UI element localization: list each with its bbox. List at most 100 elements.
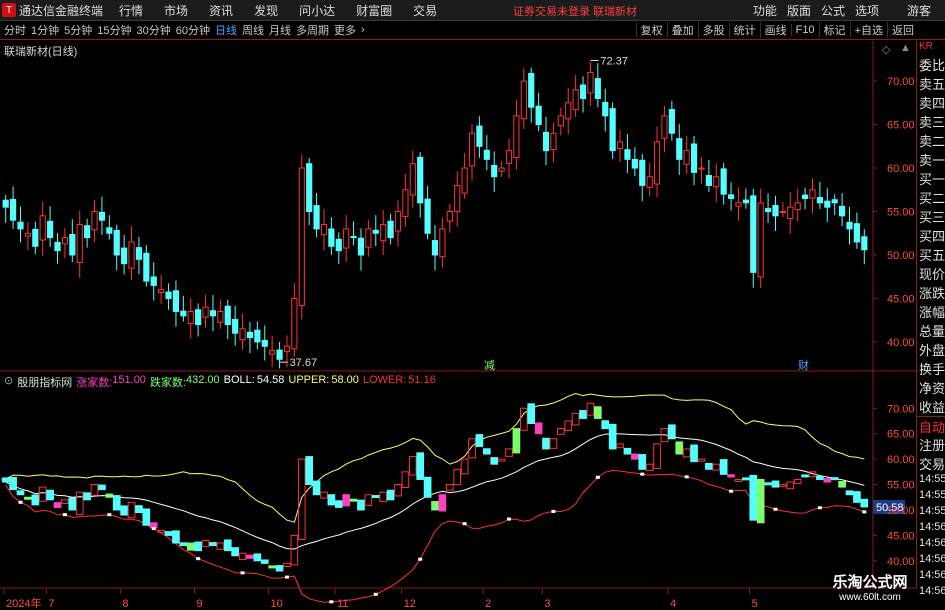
indicator-block bbox=[453, 468, 462, 486]
indicator-block bbox=[512, 428, 521, 454]
boll-value: 54.58 bbox=[256, 374, 285, 386]
indicator-block bbox=[253, 553, 262, 562]
date-label: 5 bbox=[752, 598, 758, 610]
period-15min[interactable]: 15分钟 bbox=[97, 22, 131, 38]
menu-news[interactable]: 资讯 bbox=[209, 2, 233, 19]
indicator-block bbox=[386, 489, 395, 501]
indicator-block bbox=[779, 484, 787, 488]
period-weekly[interactable]: 周线 bbox=[242, 22, 264, 38]
indicator-block bbox=[860, 498, 869, 508]
lower-band-dot bbox=[418, 557, 423, 561]
menu-options[interactable]: 选项 bbox=[855, 2, 879, 19]
period-intraday[interactable]: 分时 bbox=[4, 22, 26, 38]
candle-body bbox=[587, 71, 594, 94]
candle-body bbox=[380, 224, 387, 242]
candle-body bbox=[298, 167, 305, 306]
indicator-block bbox=[845, 490, 854, 496]
tool-add-watchlist[interactable]: +自选 bbox=[849, 22, 887, 38]
indicator-block bbox=[468, 438, 476, 459]
date-label: 9 bbox=[196, 598, 202, 610]
period-more[interactable]: 更多 bbox=[334, 22, 356, 38]
side-sell3: 卖三 bbox=[919, 115, 945, 130]
candle-body bbox=[520, 80, 527, 120]
candle-body bbox=[328, 228, 335, 247]
down-count-value: 432.00 bbox=[186, 374, 220, 386]
tool-stats[interactable]: 统计 bbox=[728, 22, 760, 38]
trade-login-notice[interactable]: 证券交易未登录 联瑞新材 bbox=[513, 3, 637, 19]
date-label: 12 bbox=[404, 598, 416, 610]
tool-adjust[interactable]: 复权 bbox=[635, 22, 667, 38]
indicator-block bbox=[61, 499, 69, 504]
menu-trade[interactable]: 交易 bbox=[413, 2, 437, 19]
chevron-right-icon[interactable]: › bbox=[361, 24, 365, 36]
indicator-name[interactable]: 殷朋指标网 bbox=[17, 374, 72, 390]
indicator-block bbox=[75, 491, 84, 515]
menu-market[interactable]: 市场 bbox=[164, 2, 188, 19]
candle-body bbox=[135, 247, 143, 260]
indicator-header: ⊙ 殷朋指标网 涨家数: 151.00 跌家数: 432.00 BOLL: 54… bbox=[4, 374, 436, 390]
indicator-toggle-icon[interactable]: ⊙ bbox=[4, 374, 13, 390]
indicator-block bbox=[460, 458, 469, 475]
indicator-block bbox=[283, 562, 291, 568]
period-multi[interactable]: 多周期 bbox=[296, 22, 329, 38]
candle-body bbox=[84, 225, 91, 239]
indicator-block bbox=[586, 402, 595, 416]
stock-code-tag: KR bbox=[919, 41, 933, 52]
menu-quotes[interactable]: 行情 bbox=[119, 2, 143, 19]
collapse-icon[interactable]: ▲ bbox=[900, 42, 911, 54]
side-buy4: 买四 bbox=[919, 229, 945, 244]
side-trade[interactable]: 交易 bbox=[917, 454, 945, 473]
menu-discover[interactable]: 发现 bbox=[254, 2, 278, 19]
indicator-block bbox=[727, 474, 735, 478]
period-30min[interactable]: 30分钟 bbox=[137, 22, 171, 38]
side-register[interactable]: 注册 bbox=[917, 435, 945, 454]
indicator-block bbox=[216, 542, 225, 550]
menu-formula[interactable]: 公式 bbox=[821, 2, 845, 19]
candle-body bbox=[424, 198, 431, 234]
tool-overlay[interactable]: 叠加 bbox=[666, 22, 698, 38]
side-auto[interactable]: 自动 bbox=[917, 416, 945, 435]
indicator-block bbox=[90, 484, 99, 496]
indicator-block bbox=[186, 542, 195, 551]
settings-icon[interactable]: ◇ bbox=[882, 43, 890, 56]
menu-wealth[interactable]: 财富圈 bbox=[356, 2, 392, 19]
kline-chart[interactable]: 72.37 37.67 减 财 50.58 70.00 65.00 60.00 55.00 5… bbox=[0, 41, 916, 610]
candle-body bbox=[350, 236, 357, 239]
lower-band-dot bbox=[196, 557, 201, 561]
candle-body bbox=[254, 329, 261, 343]
tool-back[interactable]: 返回 bbox=[887, 22, 918, 38]
main-axis-label: 40.00 bbox=[887, 337, 915, 349]
candle-body bbox=[735, 202, 742, 207]
indicator-block bbox=[201, 539, 210, 547]
indicator-block bbox=[712, 463, 721, 471]
indicator-block bbox=[490, 457, 499, 465]
candle-body bbox=[653, 141, 661, 185]
tick-time: 14:56 bbox=[919, 537, 945, 549]
period-1min[interactable]: 1分钟 bbox=[31, 22, 59, 38]
period-60min[interactable]: 60分钟 bbox=[176, 22, 210, 38]
tool-f10[interactable]: F10 bbox=[790, 24, 819, 36]
candle-body bbox=[705, 175, 712, 186]
candle-body bbox=[269, 350, 276, 355]
indicator-block bbox=[371, 495, 380, 499]
indicator-block bbox=[571, 412, 580, 426]
candle-body bbox=[720, 168, 727, 195]
tool-multi-stock[interactable]: 多股 bbox=[697, 22, 729, 38]
indicator-block bbox=[675, 441, 684, 455]
candle-body bbox=[61, 237, 69, 245]
period-5min[interactable]: 5分钟 bbox=[64, 22, 92, 38]
menu-layout[interactable]: 版面 bbox=[787, 2, 811, 19]
menu-function[interactable]: 功能 bbox=[753, 2, 777, 19]
tool-mark[interactable]: 标记 bbox=[818, 22, 850, 38]
lower-band-dot bbox=[817, 506, 822, 510]
period-monthly[interactable]: 月线 bbox=[269, 22, 291, 38]
indicator-block bbox=[638, 454, 647, 470]
user-guest[interactable]: 游客 bbox=[907, 2, 931, 19]
indicator-block bbox=[645, 463, 654, 471]
candle-body bbox=[372, 229, 379, 234]
tool-draw[interactable]: 画线 bbox=[759, 22, 791, 38]
lower-band-dot bbox=[373, 592, 378, 596]
period-daily[interactable]: 日线 bbox=[215, 22, 237, 38]
menu-ask[interactable]: 问小达 bbox=[299, 2, 335, 19]
candle-body bbox=[498, 167, 505, 172]
